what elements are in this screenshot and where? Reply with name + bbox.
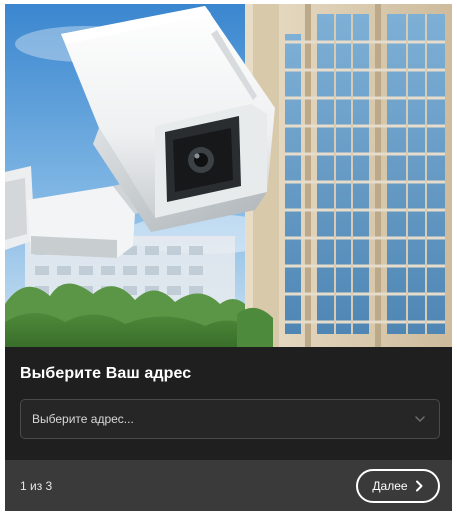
step-indicator: 1 из 3 — [20, 479, 53, 493]
address-wizard: Выберите Ваш адрес Выберите адрес... 1 и… — [5, 4, 452, 511]
next-button-label: Далее — [372, 479, 408, 493]
address-select[interactable]: Выберите адрес... — [20, 399, 440, 439]
chevron-down-icon — [413, 412, 427, 426]
panel-title: Выберите Ваш адрес — [20, 365, 192, 382]
hero-image — [5, 4, 452, 347]
next-button[interactable]: Далее — [356, 469, 440, 503]
address-panel: Выберите Ваш адрес Выберите адрес... — [5, 347, 452, 460]
wizard-footer: 1 из 3 Далее — [5, 460, 452, 511]
chevron-right-icon — [414, 480, 424, 492]
address-select-placeholder: Выберите адрес... — [32, 412, 134, 426]
